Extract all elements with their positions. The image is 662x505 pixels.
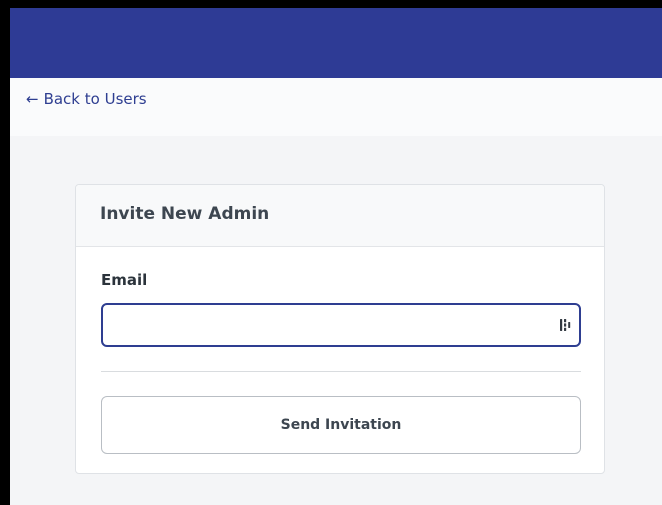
- password-manager-icon[interactable]: [558, 317, 574, 333]
- back-link-label: Back to Users: [43, 90, 147, 108]
- left-arrow-icon: ←: [26, 89, 39, 108]
- email-input[interactable]: [101, 303, 581, 347]
- divider: [101, 371, 581, 372]
- card-header: Invite New Admin: [76, 185, 604, 247]
- top-header-bar: [10, 8, 662, 78]
- app-window: ← Back to Users Invite New Admin Email S…: [10, 8, 662, 505]
- email-label: Email: [101, 271, 148, 289]
- back-to-users-link[interactable]: ← Back to Users: [26, 90, 147, 108]
- invite-admin-card: Invite New Admin Email Send Invitation: [75, 184, 605, 474]
- card-title: Invite New Admin: [100, 204, 270, 224]
- send-invitation-button[interactable]: Send Invitation: [101, 396, 581, 454]
